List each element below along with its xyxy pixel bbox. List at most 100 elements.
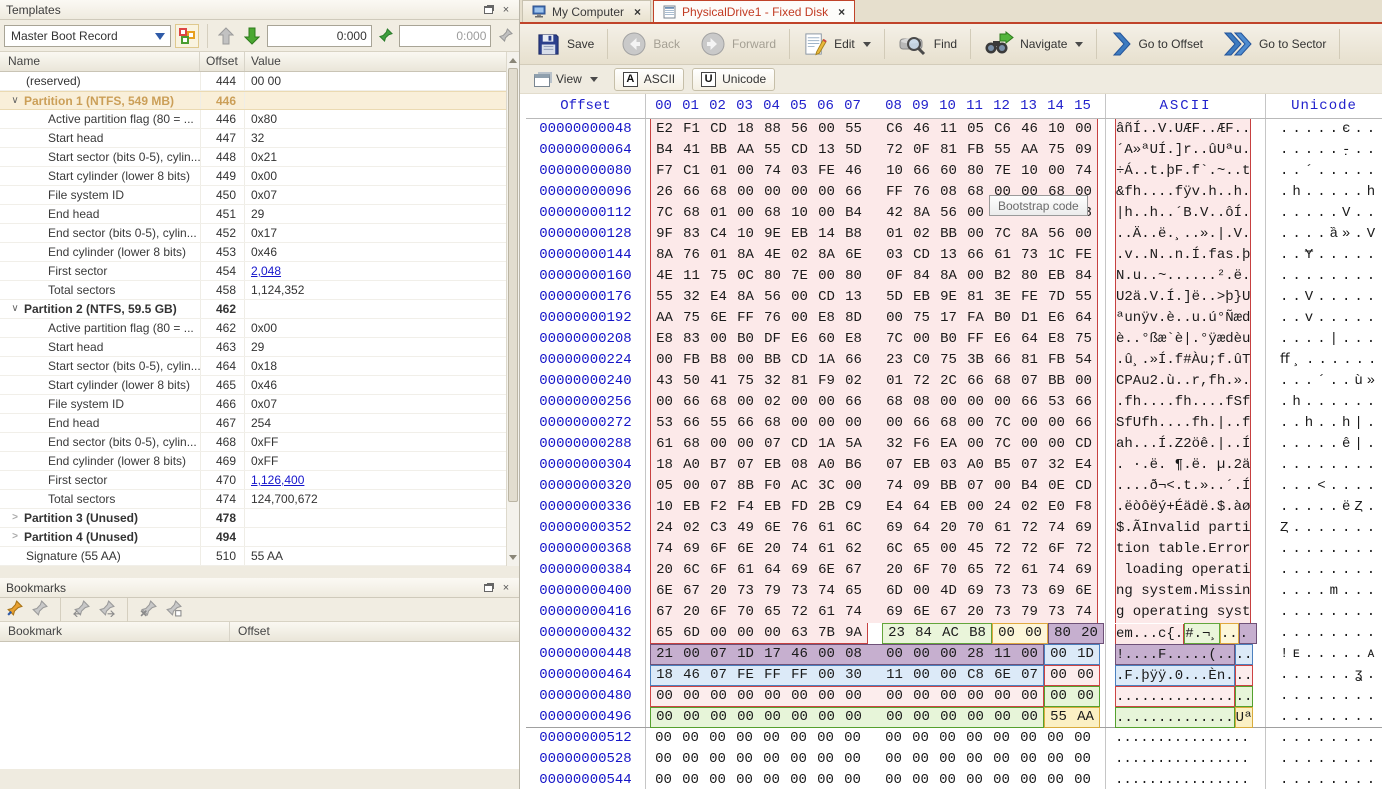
- byte-cell[interactable]: 53: [1043, 392, 1070, 413]
- byte-cell[interactable]: 00: [786, 287, 813, 308]
- byte-cell[interactable]: F6: [908, 434, 935, 455]
- byte-cell[interactable]: 00: [812, 749, 839, 770]
- ascii-text[interactable]: SfUfh....fh.|..f: [1115, 413, 1251, 434]
- byte-cell[interactable]: 64: [1016, 329, 1043, 350]
- byte-cell[interactable]: 65: [759, 602, 786, 623]
- unicode-text[interactable]: ....ȁ».V: [1266, 224, 1382, 245]
- byte-cell[interactable]: 73: [1043, 602, 1070, 623]
- byte-cell[interactable]: 4D: [935, 581, 962, 602]
- template-row[interactable]: First sector4542,048: [0, 262, 519, 281]
- unicode-text[interactable]: ........: [1266, 623, 1382, 644]
- byte-cell[interactable]: 66: [678, 182, 705, 203]
- byte-cell[interactable]: 72: [1016, 539, 1043, 560]
- byte-cell[interactable]: 00: [813, 266, 840, 287]
- byte-cell[interactable]: E6: [1043, 308, 1070, 329]
- byte-cell[interactable]: B8: [705, 350, 732, 371]
- template-row[interactable]: First sector4701,126,400: [0, 471, 519, 490]
- byte-cell[interactable]: 6E: [759, 518, 786, 539]
- byte-cell[interactable]: E4: [705, 287, 732, 308]
- ascii-text[interactable]: ´A»ªUÍ.]r..ûUªu.: [1115, 140, 1251, 161]
- byte-cell[interactable]: 07: [1016, 371, 1043, 392]
- byte-cell[interactable]: 00: [839, 728, 866, 749]
- byte-cell[interactable]: 00: [758, 749, 785, 770]
- byte-cell[interactable]: C6: [989, 119, 1016, 140]
- byte-cell[interactable]: B0: [989, 308, 1016, 329]
- unicode-text[interactable]: ...´..ù»: [1266, 371, 1382, 392]
- byte-cell[interactable]: F4: [732, 497, 759, 518]
- byte-cell[interactable]: 08: [935, 182, 962, 203]
- byte-cell[interactable]: 07: [705, 644, 732, 665]
- byte-cell[interactable]: 11: [935, 119, 962, 140]
- byte-cell[interactable]: CD: [786, 434, 813, 455]
- unicode-text[interactable]: .h.....h: [1266, 182, 1382, 203]
- byte-cell[interactable]: 74: [813, 581, 840, 602]
- byte-cell[interactable]: 00: [731, 728, 758, 749]
- byte-cell[interactable]: 01: [705, 245, 732, 266]
- byte-cell[interactable]: 00: [881, 308, 908, 329]
- byte-cell[interactable]: 20: [759, 539, 786, 560]
- byte-cell[interactable]: 00: [732, 203, 759, 224]
- byte-cell[interactable]: 74: [1043, 560, 1070, 581]
- byte-cell[interactable]: F7: [651, 161, 678, 182]
- byte-cell[interactable]: 03: [786, 161, 813, 182]
- ascii-text[interactable]: N.u..~......².ë.: [1115, 266, 1251, 287]
- byte-cell[interactable]: 8B: [732, 476, 759, 497]
- byte-cell[interactable]: 00: [650, 749, 677, 770]
- byte-cell[interactable]: 00: [732, 686, 759, 707]
- byte-cell[interactable]: AA: [651, 308, 678, 329]
- byte-cell[interactable]: 00: [786, 707, 813, 728]
- next-bookmark-button[interactable]: [98, 600, 115, 620]
- byte-cell[interactable]: CD: [813, 287, 840, 308]
- column-header-name[interactable]: Name: [0, 52, 200, 71]
- float-panel-icon[interactable]: [481, 581, 495, 595]
- byte-cell[interactable]: FE: [813, 161, 840, 182]
- unicode-text[interactable]: ﬀ¸......: [1266, 350, 1382, 371]
- byte-cell[interactable]: 00: [1072, 686, 1099, 707]
- column-header-bookmark[interactable]: Bookmark: [0, 622, 230, 641]
- byte-cell[interactable]: AC: [786, 476, 813, 497]
- byte-cell[interactable]: C3: [705, 518, 732, 539]
- byte-cell[interactable]: 65: [840, 581, 867, 602]
- view-button[interactable]: View: [526, 68, 606, 91]
- byte-cell[interactable]: 00: [677, 770, 704, 789]
- byte-cell[interactable]: FF: [881, 182, 908, 203]
- unicode-text[interactable]: ....|...: [1266, 329, 1382, 350]
- byte-cell[interactable]: EB: [908, 287, 935, 308]
- byte-cell[interactable]: 13: [840, 287, 867, 308]
- unicode-text[interactable]: ........: [1266, 560, 1382, 581]
- byte-cell[interactable]: 62: [840, 539, 867, 560]
- byte-cell[interactable]: 07: [881, 455, 908, 476]
- byte-cell[interactable]: 00: [705, 686, 732, 707]
- pin-offset-button[interactable]: [376, 25, 396, 47]
- byte-cell[interactable]: 76: [908, 182, 935, 203]
- ascii-text[interactable]: ..............: [1115, 686, 1235, 707]
- byte-cell[interactable]: 02: [1016, 497, 1043, 518]
- ascii-text[interactable]: |h..h..´B.V..ôÍ.: [1115, 203, 1251, 224]
- byte-cell[interactable]: 1A: [813, 434, 840, 455]
- byte-cell[interactable]: 00: [732, 434, 759, 455]
- byte-cell[interactable]: 00: [988, 749, 1015, 770]
- template-row[interactable]: ∨Partition 1 (NTFS, 549 MB)446: [0, 91, 519, 110]
- ascii-text[interactable]: em...c{.: [1115, 624, 1184, 645]
- byte-cell[interactable]: EA: [935, 434, 962, 455]
- unicode-text[interactable]: ..Ɏ.....: [1266, 245, 1382, 266]
- byte-cell[interactable]: 75: [935, 350, 962, 371]
- byte-cell[interactable]: 23: [883, 623, 910, 644]
- ascii-text[interactable]: $.ÃInvalid parti: [1115, 518, 1251, 539]
- byte-cell[interactable]: 3C: [813, 476, 840, 497]
- byte-cell[interactable]: 7C: [989, 413, 1016, 434]
- ascii-text[interactable]: âñÍ..V.UÆF..ÆF..: [1115, 119, 1251, 140]
- byte-cell[interactable]: 83: [678, 224, 705, 245]
- byte-cell[interactable]: 01: [705, 203, 732, 224]
- byte-cell[interactable]: 00: [786, 182, 813, 203]
- byte-cell[interactable]: 56: [759, 287, 786, 308]
- template-row[interactable]: Active partition flag (80 = ...4460x80: [0, 110, 519, 129]
- byte-cell[interactable]: 72: [908, 371, 935, 392]
- byte-cell[interactable]: 00: [988, 770, 1015, 789]
- byte-cell[interactable]: 7B: [813, 623, 840, 644]
- byte-cell[interactable]: 00: [962, 203, 989, 224]
- byte-cell[interactable]: 0F: [908, 140, 935, 161]
- expand-icon[interactable]: >: [6, 528, 24, 546]
- byte-cell[interactable]: B4: [651, 140, 678, 161]
- byte-cell[interactable]: 69: [962, 581, 989, 602]
